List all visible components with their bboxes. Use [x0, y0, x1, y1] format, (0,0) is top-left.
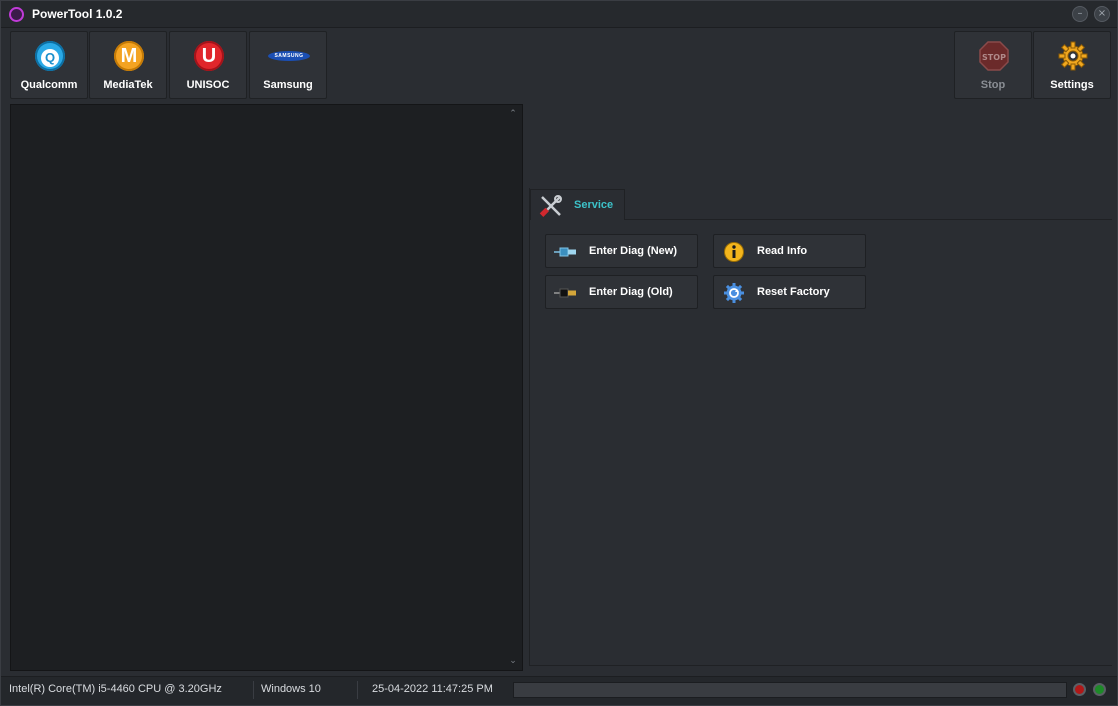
tools-icon [539, 195, 562, 217]
stop-sign-text: STOP [982, 53, 1006, 62]
enter-diag-new-button[interactable]: Enter Diag (New) [545, 234, 698, 268]
reset-factory-button[interactable]: Reset Factory [713, 275, 866, 309]
qualcomm-label: Qualcomm [20, 79, 78, 91]
gear-icon [1058, 41, 1088, 71]
samsung-button[interactable]: SAMSUNG Samsung [249, 31, 327, 99]
settings-label: Settings [1050, 79, 1094, 91]
mediatek-button[interactable]: M MediaTek [89, 31, 167, 99]
samsung-label: Samsung [263, 79, 313, 91]
reset-gear-icon [724, 283, 744, 303]
samsung-logo-icon: SAMSUNG [268, 51, 310, 61]
main-window: PowerTool 1.0.2 – × Q Qualcomm M MediaTe… [0, 0, 1118, 706]
usb-cable-new-icon [554, 247, 576, 257]
qualcomm-icon: Q [35, 41, 65, 71]
log-output[interactable]: ⌃ ⌄ [10, 104, 523, 671]
tab-strip-border [625, 219, 1112, 220]
read-info-label: Read Info [757, 245, 808, 257]
status-bar: Intel(R) Core(TM) i5-4460 CPU @ 3.20GHz … [1, 676, 1117, 705]
tab-service-label: Service [574, 199, 614, 211]
scroll-up-arrow[interactable]: ⌃ [507, 109, 519, 119]
minimize-button[interactable]: – [1072, 6, 1088, 22]
unisoc-button[interactable]: U UNISOC [169, 31, 247, 99]
error-indicator-led [1073, 683, 1086, 696]
status-divider [357, 681, 358, 699]
mediatek-icon: M [114, 41, 144, 71]
datetime: 25-04-2022 11:47:25 PM [372, 683, 493, 695]
qualcomm-button[interactable]: Q Qualcomm [10, 31, 88, 99]
app-title: PowerTool 1.0.2 [32, 7, 123, 21]
usb-cable-old-icon [554, 288, 576, 298]
enter-diag-new-label: Enter Diag (New) [589, 245, 678, 257]
title-bar[interactable]: PowerTool 1.0.2 – × [1, 1, 1117, 28]
tab-service[interactable]: Service [530, 189, 625, 220]
unisoc-label: UNISOC [186, 79, 230, 91]
read-info-button[interactable]: Read Info [713, 234, 866, 268]
stop-sign-icon: STOP [979, 41, 1009, 71]
progress-bar [513, 682, 1067, 698]
stop-button[interactable]: STOP Stop [954, 31, 1032, 99]
scroll-down-arrow[interactable]: ⌄ [507, 656, 519, 666]
status-divider [253, 681, 254, 699]
info-icon [724, 242, 744, 262]
ok-indicator-led [1093, 683, 1106, 696]
close-button[interactable]: × [1094, 6, 1110, 22]
unisoc-icon: U [194, 41, 224, 71]
enter-diag-old-label: Enter Diag (Old) [589, 286, 673, 298]
mediatek-label: MediaTek [103, 79, 153, 91]
os-info: Windows 10 [261, 683, 321, 695]
stop-label: Stop [980, 79, 1006, 91]
cpu-info: Intel(R) Core(TM) i5-4460 CPU @ 3.20GHz [9, 683, 222, 695]
settings-button[interactable]: Settings [1033, 31, 1111, 99]
app-logo-icon [9, 7, 24, 22]
reset-factory-label: Reset Factory [757, 286, 830, 298]
enter-diag-old-button[interactable]: Enter Diag (Old) [545, 275, 698, 309]
